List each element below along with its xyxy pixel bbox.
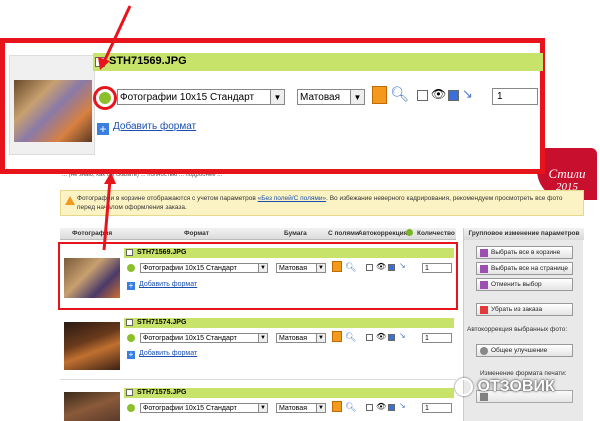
annotation-arrows	[98, 5, 132, 251]
page-root: Стили 2015 ... (не знаю, как бы сказать)…	[0, 0, 600, 421]
arrow-bottom-head	[104, 172, 116, 184]
arrow-top	[102, 5, 132, 63]
arrow-bottom	[102, 179, 112, 251]
